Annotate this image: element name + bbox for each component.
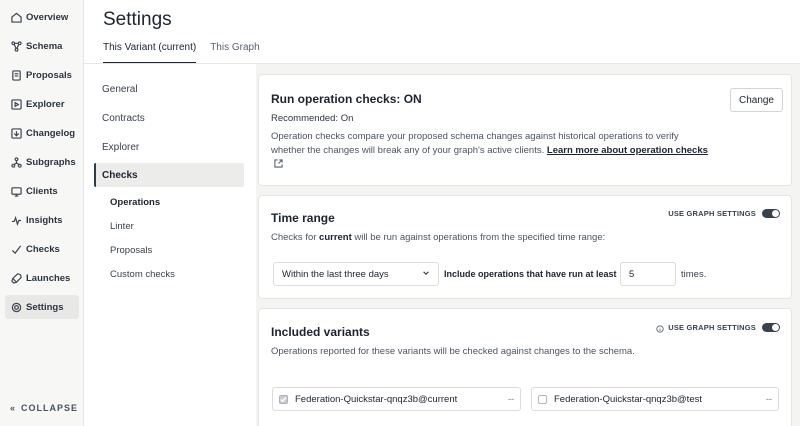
variant-checkbox-current[interactable]: Federation-Quickstar-qnqz3b@current -- (272, 387, 521, 411)
variant-suffix: -- (508, 394, 514, 404)
time-range-title: Time range (271, 211, 335, 225)
learn-more-link[interactable]: Learn more about operation checks (547, 145, 708, 156)
variant-name: Federation-Quickstar-qnqz3b@test (554, 393, 702, 405)
variant-name: Federation-Quickstar-qnqz3b@current (295, 393, 458, 405)
select-value: Within the last three days (282, 268, 389, 280)
toggle-label: USE GRAPH SETTINGS (668, 209, 756, 218)
sidebar-item-subgraphs[interactable]: Subgraphs (5, 150, 79, 174)
change-button[interactable]: Change (729, 88, 783, 112)
sidebar-item-overview[interactable]: Overview (5, 5, 79, 29)
info-icon (656, 324, 664, 333)
sidebar-item-clients[interactable]: Clients (5, 179, 79, 203)
use-graph-settings-toggle-row: USE GRAPH SETTINGS (656, 323, 780, 333)
times-label: times. (681, 269, 707, 280)
included-variants-description: Operations reported for these variants w… (271, 346, 635, 357)
sidebar-item-label: Explorer (26, 98, 65, 110)
external-link-icon (274, 159, 283, 168)
collapse-button[interactable]: « COLLAPSE (10, 403, 78, 413)
desc-prefix: Checks for (271, 232, 320, 243)
subnav-sub-proposals[interactable]: Proposals (110, 245, 152, 256)
gear-icon (11, 302, 22, 313)
sidebar-item-label: Proposals (26, 69, 72, 81)
sidebar-item-explorer[interactable]: Explorer (5, 92, 79, 116)
double-chevron-left-icon: « (10, 403, 17, 413)
include-operations-label: Include operations that have run at leas… (444, 269, 617, 279)
subnav-sub-operations[interactable]: Operations (110, 197, 160, 208)
changelog-icon (11, 127, 22, 139)
time-range-select[interactable]: Within the last three days (273, 262, 439, 286)
operation-checks-description: Operation checks compare your proposed s… (271, 130, 711, 172)
variant-checkbox-test[interactable]: Federation-Quickstar-qnqz3b@test -- (531, 387, 779, 411)
settings-subnav: General Contracts Explorer Checks Operat… (84, 64, 256, 426)
toggle-knob (772, 210, 779, 217)
included-variants-title: Included variants (271, 325, 370, 339)
subgraphs-icon (11, 156, 22, 168)
sidebar-item-label: Schema (26, 40, 63, 52)
page-title: Settings (103, 9, 172, 30)
sidebar-item-proposals[interactable]: Proposals (5, 63, 79, 87)
tab-this-variant[interactable]: This Variant (current) (103, 42, 197, 64)
subnav-sub-linter[interactable]: Linter (110, 221, 134, 232)
sidebar-item-settings[interactable]: Settings (5, 295, 79, 319)
sidebar-item-label: Insights (26, 214, 63, 226)
sidebar-item-label: Launches (26, 272, 71, 284)
subnav-item-general[interactable]: General (94, 77, 244, 101)
subnav-sub-custom-checks[interactable]: Custom checks (110, 269, 175, 280)
overview-icon (11, 12, 22, 23)
toggle-label: USE GRAPH SETTINGS (668, 323, 756, 332)
settings-main: Run operation checks: ON Change Recommen… (256, 64, 800, 426)
main-sidebar: Overview Schema Proposals Explorer Chang… (0, 0, 84, 426)
subnav-item-contracts[interactable]: Contracts (94, 106, 244, 130)
launches-icon (11, 272, 22, 284)
insights-icon (11, 215, 22, 226)
sidebar-item-launches[interactable]: Launches (5, 266, 79, 290)
variant-suffix: -- (766, 394, 772, 404)
sidebar-item-insights[interactable]: Insights (5, 208, 79, 232)
chevron-down-icon (422, 269, 430, 280)
operation-count-input[interactable] (620, 262, 676, 286)
desc-variant: current (319, 232, 352, 243)
sidebar-item-label: Subgraphs (26, 156, 76, 168)
use-graph-settings-toggle[interactable] (762, 209, 780, 218)
proposals-icon (11, 69, 22, 81)
sidebar-item-checks[interactable]: Checks (5, 237, 79, 261)
time-range-card: Time range USE GRAPH SETTINGS Checks for… (258, 195, 792, 299)
checkbox[interactable] (279, 394, 288, 404)
clients-icon (11, 186, 22, 197)
use-graph-settings-toggle-row: USE GRAPH SETTINGS (668, 209, 780, 218)
explorer-icon (11, 98, 22, 110)
sidebar-item-schema[interactable]: Schema (5, 34, 79, 58)
operation-checks-card: Run operation checks: ON Change Recommen… (258, 74, 792, 186)
checks-icon (11, 244, 22, 255)
schema-icon (11, 40, 22, 52)
sidebar-item-label: Checks (26, 243, 60, 255)
settings-tabs: This Variant (current) This Graph (103, 42, 274, 64)
sidebar-item-changelog[interactable]: Changelog (5, 121, 79, 145)
recommended-text: Recommended: On (271, 113, 354, 124)
sidebar-item-label: Overview (26, 11, 69, 23)
collapse-label: COLLAPSE (21, 403, 79, 413)
sidebar-item-label: Settings (26, 301, 64, 313)
checkbox[interactable] (538, 394, 547, 404)
sidebar-item-label: Clients (26, 185, 58, 197)
operation-checks-title: Run operation checks: ON (271, 92, 422, 106)
desc-suffix: will be run against operations from the … (351, 232, 606, 243)
toggle-knob (772, 324, 779, 331)
subnav-item-checks[interactable]: Checks (94, 163, 244, 187)
sidebar-item-label: Changelog (26, 127, 76, 139)
time-range-description: Checks for current will be run against o… (271, 231, 605, 245)
subnav-item-explorer[interactable]: Explorer (94, 135, 244, 159)
included-variants-card: Included variants USE GRAPH SETTINGS Ope… (258, 308, 792, 426)
tab-this-graph[interactable]: This Graph (210, 42, 259, 64)
use-graph-settings-toggle[interactable] (762, 323, 780, 332)
